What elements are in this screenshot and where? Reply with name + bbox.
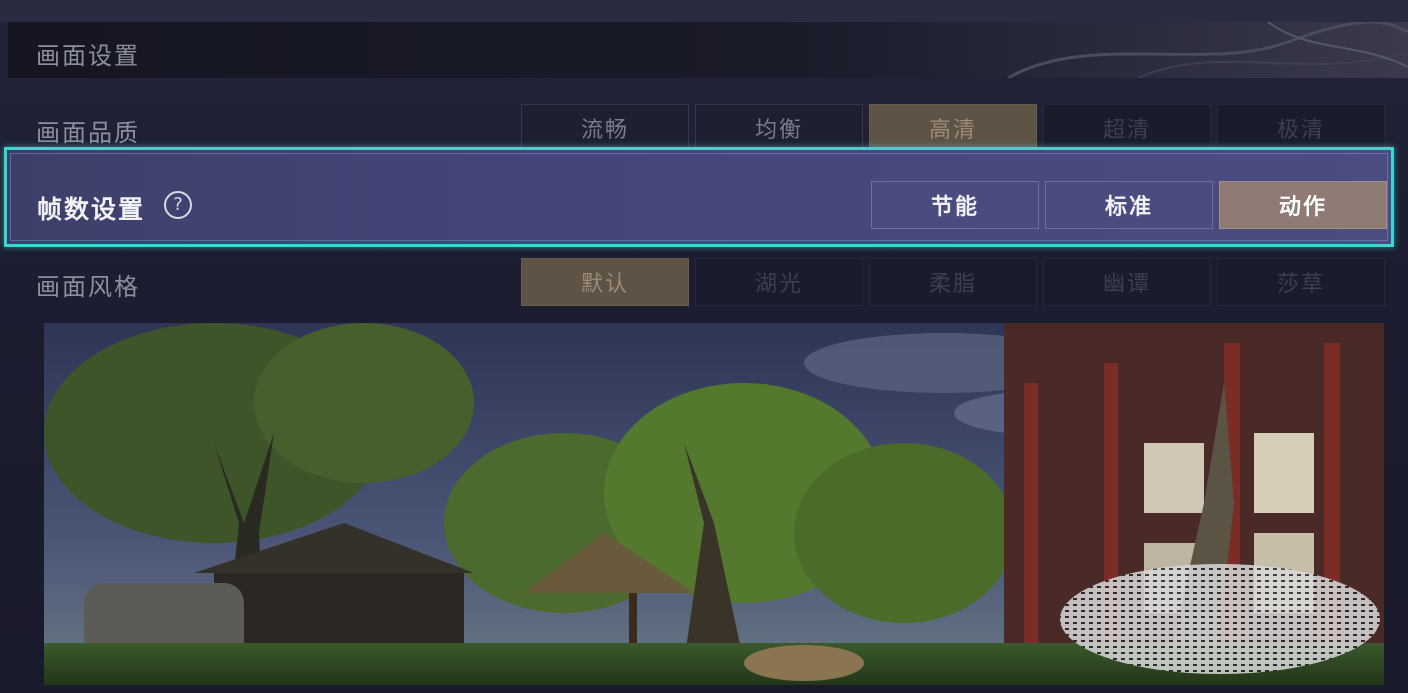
page-title: 画面设置: [36, 42, 140, 70]
quality-label: 画面品质: [36, 119, 140, 147]
style-label: 画面风格: [36, 273, 140, 301]
style-option-deep[interactable]: 幽谭: [1043, 258, 1211, 306]
style-option-default[interactable]: 默认: [521, 258, 689, 306]
fps-options: 节能 标准 动作: [871, 181, 1387, 229]
header-decoration: [1007, 22, 1408, 78]
noise-watermark: [1060, 564, 1380, 674]
quality-option-smooth[interactable]: 流畅: [521, 104, 689, 152]
section-header: 画面设置: [8, 22, 1408, 78]
quality-options: 流畅 均衡 高清 超清 极清: [521, 104, 1385, 152]
style-option-soft[interactable]: 柔脂: [869, 258, 1037, 306]
quality-option-hd[interactable]: 高清: [869, 104, 1037, 152]
style-options: 默认 湖光 柔脂 幽谭 莎草: [521, 258, 1385, 306]
fps-option-power-saving[interactable]: 节能: [871, 181, 1039, 229]
top-strip: [0, 0, 1408, 22]
quality-option-extreme[interactable]: 极清: [1217, 104, 1385, 152]
fps-label: 帧数设置: [37, 195, 146, 224]
quality-option-ultra[interactable]: 超清: [1043, 104, 1211, 152]
style-option-sedge[interactable]: 莎草: [1217, 258, 1385, 306]
quality-option-balanced[interactable]: 均衡: [695, 104, 863, 152]
fps-option-action[interactable]: 动作: [1219, 181, 1387, 229]
graphics-settings-page: 画面设置 画面品质 流畅 均衡 高清 超清 极清 帧数设置 ? 节能 标准 动作…: [0, 0, 1408, 693]
style-option-lake[interactable]: 湖光: [695, 258, 863, 306]
fps-option-standard[interactable]: 标准: [1045, 181, 1213, 229]
fps-settings-panel: 帧数设置 ? 节能 标准 动作: [4, 147, 1394, 247]
question-circle-icon[interactable]: ?: [164, 191, 192, 219]
